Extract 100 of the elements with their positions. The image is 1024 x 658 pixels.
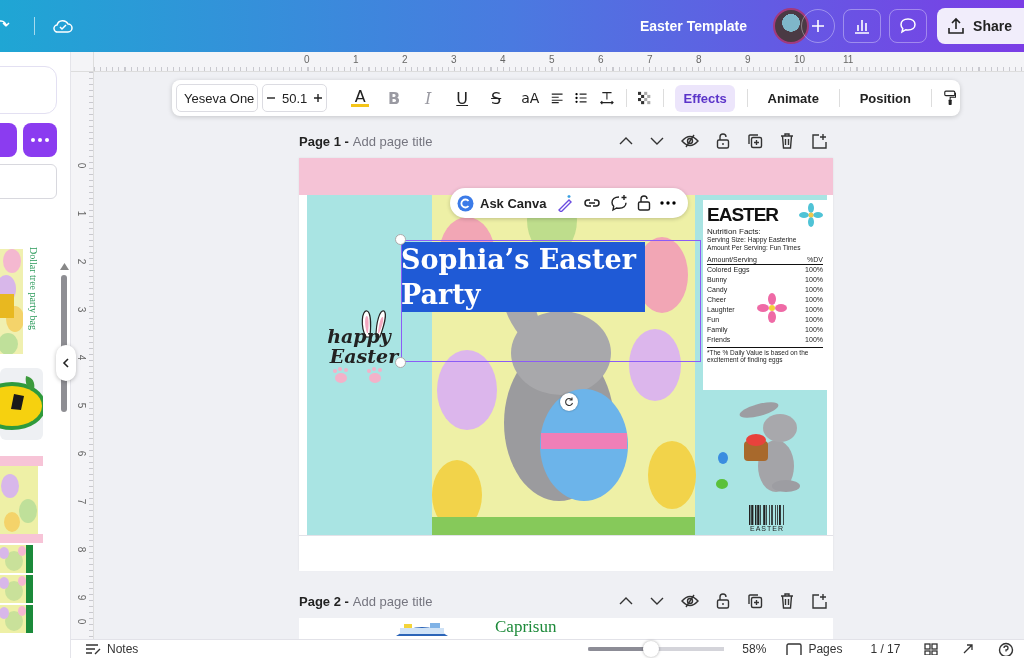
add-comment-icon[interactable] [609,194,628,212]
ruler-number: 8 [696,54,702,65]
page-label: Page 2 - [299,593,349,609]
font-size-value[interactable]: 50.1 [281,90,308,106]
ruler-number: 0 [76,618,88,625]
bar-chart-icon [853,17,872,35]
format-button[interactable]: aA [521,90,540,106]
page-label: Page 1 - [299,133,349,149]
ruler-number: 1 [353,54,359,65]
duplicate-icon[interactable] [747,593,763,609]
ruler-number: 2 [76,258,88,265]
format-button[interactable]: U [453,88,472,108]
chevron-left-icon [62,358,70,368]
ruler-number: 4 [76,354,88,361]
lock-icon[interactable] [716,133,730,149]
flower-icon [757,293,787,323]
page-heading[interactable]: Caprisun [495,618,557,636]
share-button[interactable]: Share [937,8,1024,44]
toolbar-tab[interactable]: Animate [759,84,827,112]
ask-canva-button[interactable]: Ask Canva [457,194,547,212]
plus-icon [811,19,826,33]
hide-icon[interactable] [681,594,699,608]
help-icon[interactable] [998,642,1015,656]
collapse-panel-button[interactable] [56,345,76,381]
page-count: 1 / 17 [870,642,901,656]
ruler-number: 5 [76,402,88,409]
ruler-number: 2 [402,54,408,65]
ruler-number: 5 [549,54,555,65]
ruler-number: 10 [794,54,806,65]
ruler-number: 3 [76,306,88,313]
chevron-down-icon[interactable] [650,136,664,146]
chevron-down-icon[interactable] [650,596,664,606]
expand-icon[interactable] [962,643,975,655]
ruler-number: 9 [76,594,88,601]
add-page-icon[interactable] [811,593,827,609]
toolbar-tab[interactable]: Position [851,84,919,112]
grid-view-icon[interactable] [924,643,939,655]
ruler-number: 8 [76,546,88,553]
thumbnail-caption: Dollar tree party bag [28,247,39,331]
ruler-number: 4 [500,54,506,65]
ruler-number: 7 [76,498,88,505]
barcode-icon [749,505,785,525]
ruler-number: 7 [647,54,653,65]
sparkle-logo-icon [457,194,474,212]
flower-icon [799,203,823,227]
transparency-icon[interactable] [638,90,651,106]
chevron-up-icon[interactable] [619,596,633,606]
paint-roller-icon[interactable] [943,88,956,108]
bullet-list-icon[interactable] [575,91,588,105]
scroll-up-icon[interactable] [60,263,69,270]
link-icon[interactable] [582,196,601,210]
comment-button[interactable] [889,9,928,43]
ruler-number: 0 [76,162,88,169]
greeting-text[interactable]: happy [327,326,391,346]
greeting-text[interactable]: Easter [329,346,399,366]
cloud-check-icon[interactable] [53,18,73,34]
trash-icon[interactable] [780,593,794,609]
comment-icon [899,17,918,35]
more-icon[interactable] [659,201,676,205]
spacing-icon[interactable] [599,89,614,107]
avatar[interactable] [773,8,810,44]
input-field[interactable] [0,164,57,199]
chevron-up-icon[interactable] [619,136,633,146]
more-button[interactable] [23,123,57,157]
ruler-number: 1 [76,210,88,217]
zoom-reading[interactable]: 58% [742,642,767,656]
notes-icon [85,643,101,655]
page-title-field[interactable]: Add page title [352,133,463,149]
lock-icon[interactable] [716,593,730,609]
pages-button[interactable]: Pages [786,642,843,656]
page-title-field[interactable]: Add page title [352,593,463,609]
trash-icon[interactable] [780,133,794,149]
document-title[interactable]: Easter Template [639,18,748,34]
notes-button[interactable]: Notes [85,642,139,656]
duplicate-icon[interactable] [747,133,763,149]
design-page[interactable] [299,158,833,570]
insights-button[interactable] [843,9,882,43]
ruler-number: 3 [451,54,457,65]
title-text[interactable]: Sophia’s Easter Party [401,242,645,312]
plus-icon[interactable] [313,93,324,103]
add-page-icon[interactable] [811,133,827,149]
lock-icon[interactable] [636,195,651,211]
ruler-number: 6 [598,54,604,65]
font-dropdown[interactable]: Yeseva One [176,84,259,112]
format-button[interactable]: S [487,88,506,108]
nutrition-label[interactable] [703,200,827,390]
label-subtitle: Nutrition Facts: [707,227,762,236]
ruler-number: 9 [745,54,751,65]
zoom-thumb[interactable] [642,641,659,657]
toolbar-tab[interactable]: Effects [675,84,735,112]
format-button[interactable]: A [351,89,370,107]
design-page[interactable]: Caprisun [299,618,833,639]
ruler-number: 11 [843,54,854,65]
align-left-icon[interactable] [551,91,564,105]
upload-icon [947,17,966,35]
page-icon [786,643,803,655]
ruler-number: 0 [304,54,310,65]
ruler-number: 6 [76,450,88,457]
label-title: EASTER [707,205,779,225]
hide-icon[interactable] [681,134,699,148]
